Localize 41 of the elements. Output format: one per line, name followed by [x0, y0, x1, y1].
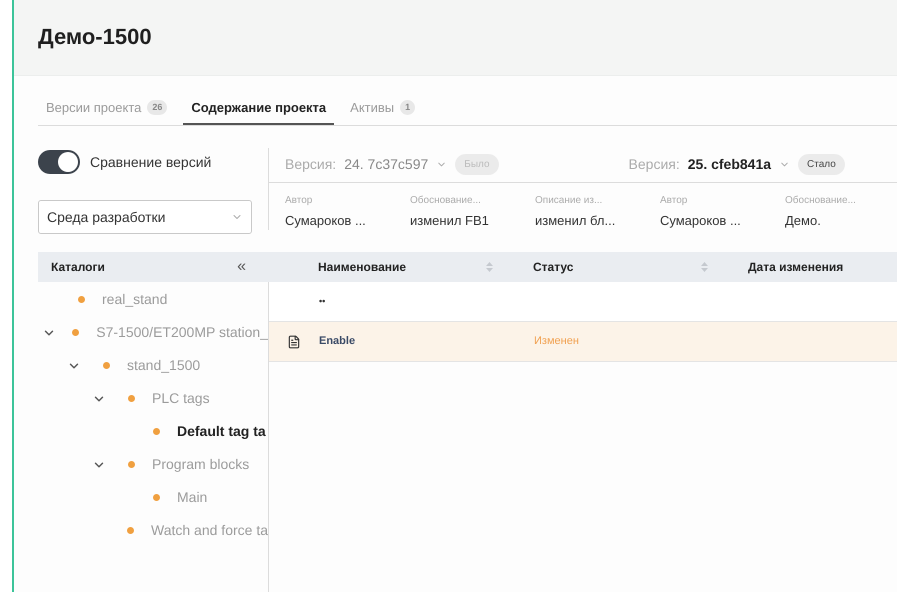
count-badge: 26: [147, 100, 168, 115]
field-value: Сумароков ...: [285, 212, 367, 230]
collapse-button[interactable]: «: [237, 255, 246, 279]
environment-dropdown[interactable]: Среда разработки: [38, 200, 252, 234]
field-label: Обоснование...: [785, 194, 857, 208]
version-label: Версия:: [628, 155, 680, 174]
count-badge: 1: [400, 100, 416, 115]
tab[interactable]: Содержание проекта: [183, 98, 334, 125]
status-text: Изменен: [534, 334, 579, 350]
tree-item[interactable]: Default tag ta: [177, 421, 266, 442]
toggle-label: Сравнение версий: [90, 152, 212, 172]
tree-item[interactable]: Watch and force ta: [151, 520, 268, 541]
field-label: Автор: [660, 194, 688, 208]
version-label: Версия:: [285, 155, 336, 174]
version-dropdown[interactable]: 25. cfeb841a: [688, 154, 790, 176]
toggle-switch[interactable]: [38, 150, 80, 174]
field-value: Сумароков ...: [660, 212, 742, 230]
version-badge: Стало: [798, 154, 845, 176]
version-dropdown[interactable]: 24. 7c37c597: [344, 154, 448, 176]
tree-item[interactable]: Program blocks: [152, 454, 250, 475]
tree-item[interactable]: stand_1500: [127, 355, 200, 376]
tab[interactable]: Активы 1: [342, 98, 424, 125]
column-header: Наименование: [318, 259, 406, 276]
tree-item[interactable]: PLC tags: [152, 388, 210, 409]
column-header: Дата изменения: [748, 259, 844, 276]
column-header: Статус: [533, 259, 574, 276]
tab[interactable]: Версии проекта 26: [38, 98, 176, 125]
column-header: Каталоги: [51, 259, 105, 276]
field-value: изменил бл...: [535, 212, 616, 230]
field-value: Демо.: [785, 212, 822, 230]
document-icon: [287, 334, 301, 348]
field-label: Автор: [285, 194, 314, 208]
page-title: Демо-1500: [38, 23, 153, 51]
field-label: Описание из...: [535, 194, 604, 208]
table-cell-text: ••: [319, 294, 326, 308]
tree-item[interactable]: S7-1500/ET200MP station_: [96, 322, 268, 343]
tree-item[interactable]: real_stand: [102, 289, 168, 310]
tree-item[interactable]: Main: [177, 487, 208, 508]
table-cell-text: Enable: [319, 334, 356, 350]
field-value: изменил FB1: [410, 212, 490, 230]
field-label: Обоснование...: [410, 194, 482, 208]
